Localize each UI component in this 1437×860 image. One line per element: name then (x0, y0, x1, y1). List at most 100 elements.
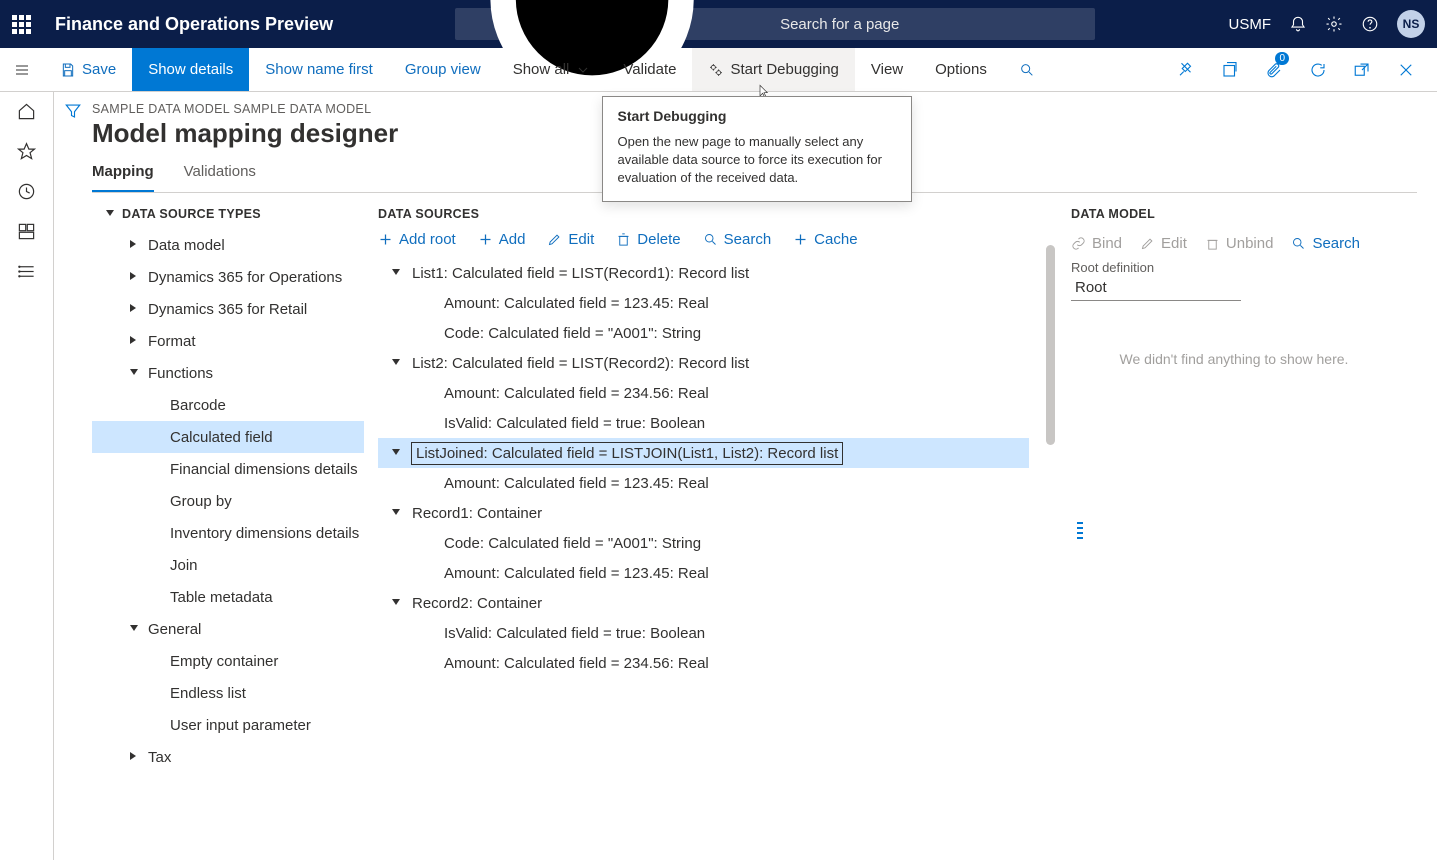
data-source-row[interactable]: List1: Calculated field = LIST(Record1):… (378, 258, 1029, 288)
tree-item[interactable]: General (92, 613, 364, 645)
expand-caret-icon[interactable] (130, 752, 140, 763)
tree-item[interactable]: Tax (92, 741, 364, 773)
tree-item[interactable]: Barcode (92, 389, 364, 421)
tree-item[interactable]: Endless list (92, 677, 364, 709)
tree-item[interactable]: User input parameter (92, 709, 364, 741)
close-icon[interactable] (1385, 48, 1427, 91)
group-view-button[interactable]: Group view (389, 48, 497, 91)
global-search[interactable] (455, 8, 1095, 40)
add-root-button[interactable]: Add root (378, 231, 456, 248)
data-source-row[interactable]: Record2: Container (378, 588, 1029, 618)
settings-icon[interactable] (1325, 15, 1343, 33)
data-source-row[interactable]: Amount: Calculated field = 123.45: Real (378, 288, 1029, 318)
user-avatar[interactable]: NS (1397, 10, 1425, 38)
tree-item[interactable]: Financial dimensions details (92, 453, 364, 485)
expand-caret-icon[interactable] (130, 624, 140, 635)
expand-caret-icon[interactable] (130, 272, 140, 283)
expand-caret-icon[interactable] (392, 448, 402, 459)
show-details-button[interactable]: Show details (132, 48, 249, 91)
expand-caret-icon[interactable] (392, 508, 402, 519)
data-source-label: Record1: Container (412, 505, 542, 522)
expand-caret-icon[interactable] (130, 304, 140, 315)
tab-validations[interactable]: Validations (184, 163, 256, 192)
delete-button[interactable]: Delete (616, 231, 680, 248)
data-source-row[interactable]: Code: Calculated field = "A001": String (378, 528, 1029, 558)
refresh-icon[interactable] (1297, 48, 1339, 91)
nav-favorites-icon[interactable] (17, 142, 36, 164)
pin-icon[interactable] (1165, 48, 1207, 91)
tree-item-label: Tax (148, 749, 171, 766)
save-button[interactable]: Save (44, 48, 132, 91)
help-icon[interactable] (1361, 15, 1379, 33)
tree-item[interactable]: Group by (92, 485, 364, 517)
data-source-label: Code: Calculated field = "A001": String (444, 325, 701, 342)
nav-modules-icon[interactable] (17, 262, 36, 284)
options-menu[interactable]: Options (919, 48, 1003, 91)
company-label[interactable]: USMF (1229, 16, 1272, 33)
expand-caret-icon[interactable] (392, 598, 402, 609)
tree-item[interactable]: Join (92, 549, 364, 581)
attachments-icon[interactable]: 0 (1253, 48, 1295, 91)
data-source-row[interactable]: ListJoined: Calculated field = LISTJOIN(… (378, 438, 1029, 468)
dm-edit-button: Edit (1140, 235, 1187, 252)
dm-search-button[interactable]: Search (1291, 235, 1360, 252)
tooltip-body: Open the new page to manually select any… (617, 133, 897, 188)
data-source-types-panel: DATA SOURCE TYPES Data modelDynamics 365… (92, 193, 364, 860)
data-source-row[interactable]: List2: Calculated field = LIST(Record2):… (378, 348, 1029, 378)
tree-item[interactable]: Inventory dimensions details (92, 517, 364, 549)
nav-recent-icon[interactable] (17, 182, 36, 204)
root-definition-value[interactable]: Root (1071, 275, 1241, 301)
popout-icon[interactable] (1209, 48, 1251, 91)
show-all-dropdown[interactable]: Show all (497, 48, 608, 91)
expand-caret-icon[interactable] (130, 336, 140, 347)
data-source-label: Code: Calculated field = "A001": String (444, 535, 701, 552)
scrollbar-thumb[interactable] (1046, 245, 1055, 445)
tree-item[interactable]: Functions (92, 357, 364, 389)
view-menu[interactable]: View (855, 48, 919, 91)
validate-button[interactable]: Validate (607, 48, 692, 91)
tree-item[interactable]: Data model (92, 229, 364, 261)
edit-button[interactable]: Edit (547, 231, 594, 248)
data-source-row[interactable]: Amount: Calculated field = 123.45: Real (378, 468, 1029, 498)
tree-item[interactable]: Empty container (92, 645, 364, 677)
filter-icon[interactable] (54, 102, 92, 123)
expand-caret-icon[interactable] (130, 368, 140, 379)
ds-search-label: Search (724, 231, 772, 248)
data-source-types-title[interactable]: DATA SOURCE TYPES (106, 207, 364, 221)
data-source-row[interactable]: Amount: Calculated field = 234.56: Real (378, 378, 1029, 408)
expand-caret-icon[interactable] (392, 268, 402, 279)
open-new-icon[interactable] (1341, 48, 1383, 91)
hamburger-button[interactable] (0, 48, 44, 91)
panel-resize-handle[interactable] (1077, 522, 1083, 544)
show-all-label: Show all (513, 61, 570, 78)
tree-item[interactable]: Calculated field (92, 421, 364, 453)
data-source-row[interactable]: Code: Calculated field = "A001": String (378, 318, 1029, 348)
notifications-icon[interactable] (1289, 15, 1307, 33)
expand-caret-icon[interactable] (392, 358, 402, 369)
tree-item[interactable]: Table metadata (92, 581, 364, 613)
start-debugging-button[interactable]: Start Debugging Start Debugging Open the… (692, 48, 854, 91)
expand-caret-icon[interactable] (130, 240, 140, 251)
nav-home-icon[interactable] (17, 102, 36, 124)
data-source-row[interactable]: Record1: Container (378, 498, 1029, 528)
tab-mapping[interactable]: Mapping (92, 163, 154, 192)
tree-item[interactable]: Dynamics 365 for Operations (92, 261, 364, 293)
cache-button[interactable]: Cache (793, 231, 857, 248)
show-name-first-button[interactable]: Show name first (249, 48, 389, 91)
action-search-button[interactable] (1003, 48, 1051, 91)
tree-item[interactable]: Dynamics 365 for Retail (92, 293, 364, 325)
add-button[interactable]: Add (478, 231, 526, 248)
nav-workspaces-icon[interactable] (17, 222, 36, 244)
data-source-label: Amount: Calculated field = 234.56: Real (444, 385, 709, 402)
app-launcher-icon[interactable] (12, 15, 31, 34)
data-source-label: IsValid: Calculated field = true: Boolea… (444, 415, 705, 432)
data-source-row[interactable]: Amount: Calculated field = 234.56: Real (378, 648, 1029, 678)
unbind-button: Unbind (1205, 235, 1274, 252)
data-source-row[interactable]: Amount: Calculated field = 123.45: Real (378, 558, 1029, 588)
tree-item[interactable]: Format (92, 325, 364, 357)
tree-item-label: Empty container (170, 653, 278, 670)
data-source-row[interactable]: IsValid: Calculated field = true: Boolea… (378, 408, 1029, 438)
data-source-row[interactable]: IsValid: Calculated field = true: Boolea… (378, 618, 1029, 648)
global-search-input[interactable] (778, 15, 1085, 34)
ds-search-button[interactable]: Search (703, 231, 772, 248)
